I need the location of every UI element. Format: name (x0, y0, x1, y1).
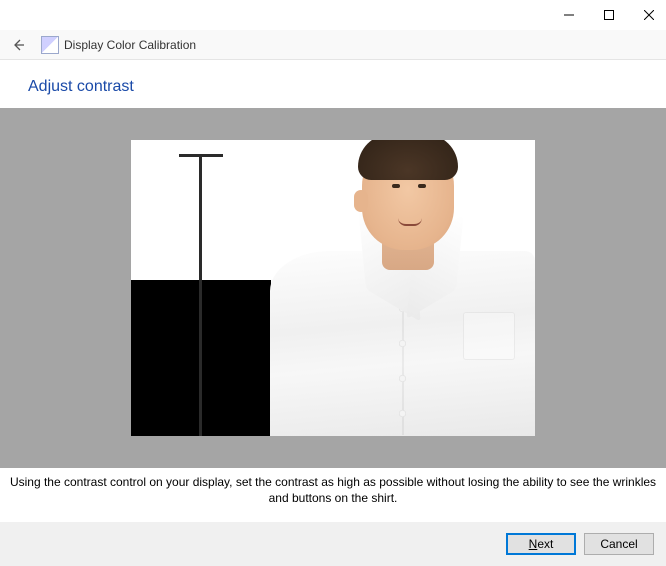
minimize-button[interactable] (560, 6, 578, 24)
content-area (0, 108, 666, 468)
contrast-reference-image (131, 140, 535, 436)
window-titlebar (0, 0, 666, 30)
back-button[interactable] (8, 35, 28, 55)
next-button[interactable]: Next (506, 533, 576, 555)
app-icon (42, 37, 58, 53)
cancel-button[interactable]: Cancel (584, 533, 654, 555)
page-heading: Adjust contrast (0, 60, 666, 108)
instruction-text: Using the contrast control on your displ… (0, 468, 666, 512)
wizard-footer: Next Cancel (0, 522, 666, 566)
app-title: Display Color Calibration (64, 38, 196, 52)
header-bar: Display Color Calibration (0, 30, 666, 60)
maximize-button[interactable] (600, 6, 618, 24)
close-button[interactable] (640, 6, 658, 24)
